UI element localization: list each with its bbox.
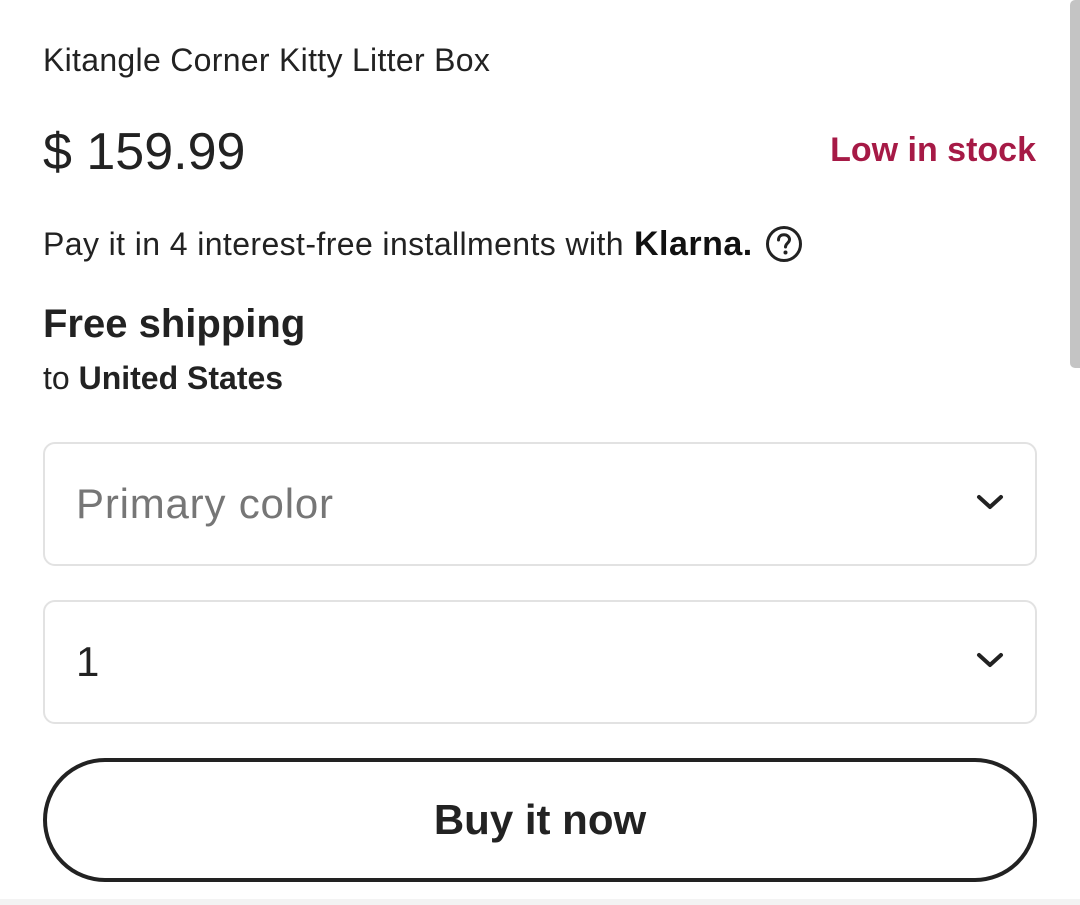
installments-row: Pay it in 4 interest-free installments w…: [43, 222, 803, 266]
shipping-destination-line: to United States: [43, 360, 283, 397]
question-circle-icon[interactable]: [765, 225, 803, 263]
stock-status: Low in stock: [830, 131, 1036, 169]
bottom-divider: [0, 899, 1080, 905]
buy-it-now-button[interactable]: Buy it now: [43, 758, 1037, 882]
product-title: Kitangle Corner Kitty Litter Box: [43, 42, 491, 78]
primary-color-select[interactable]: Primary color: [43, 442, 1037, 566]
product-price: $ 159.99: [43, 123, 246, 181]
scrollbar[interactable]: [1070, 0, 1080, 368]
shipping-destination: United States: [78, 360, 284, 396]
quantity-value: 1: [76, 638, 100, 685]
chevron-down-icon: [975, 650, 1005, 675]
quantity-select[interactable]: 1: [43, 600, 1037, 724]
product-purchase-panel: Kitangle Corner Kitty Litter Box $ 159.9…: [0, 0, 1080, 905]
chevron-down-icon: [975, 492, 1005, 517]
shipping-headline: Free shipping: [43, 302, 306, 346]
klarna-logo: Klarna.: [633, 224, 753, 263]
installments-text: Pay it in 4 interest-free installments w…: [43, 225, 624, 262]
shipping-prefix: to: [43, 360, 70, 396]
primary-color-placeholder: Primary color: [76, 480, 334, 527]
